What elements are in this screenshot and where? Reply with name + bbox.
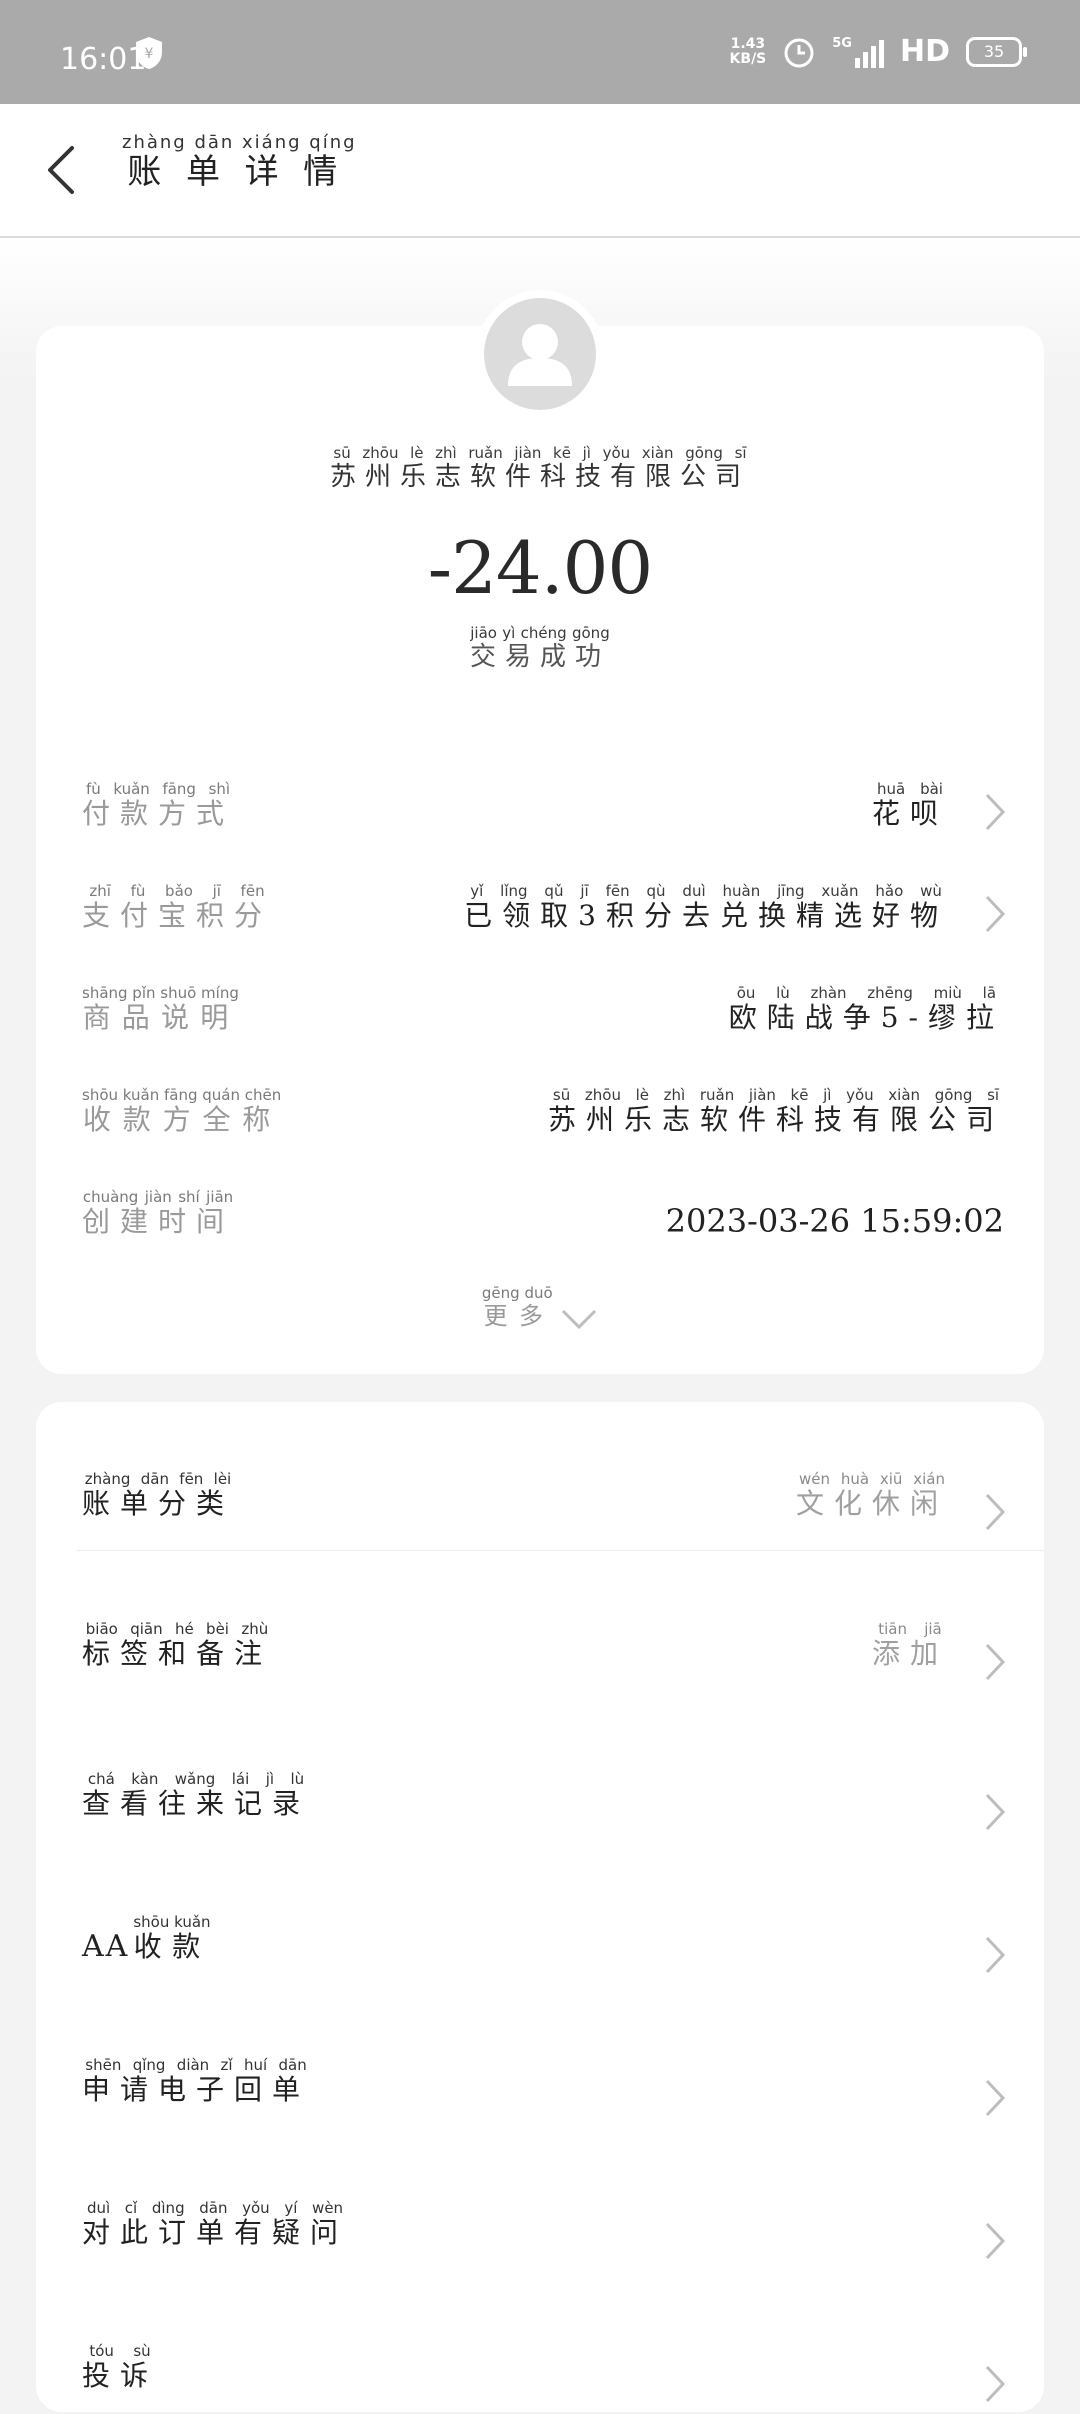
e-receipt-label: 申请电子回单shēn qǐng diàn zǐ huí dān bbox=[82, 2056, 311, 2106]
transaction-status: 交易成功jiāo yì chéng gōng bbox=[469, 624, 610, 672]
payment-method-value: 花呗huā bài bbox=[871, 780, 948, 830]
complaint-row[interactable]: 投诉tóu sù bbox=[36, 2314, 1044, 2414]
shield-icon: ¥ bbox=[136, 37, 162, 69]
complaint-label: 投诉tóu sù bbox=[82, 2342, 159, 2392]
chevron-right-icon bbox=[985, 2365, 1006, 2403]
chevron-right-icon bbox=[985, 895, 1006, 933]
bill-category-label: 账单分类zhàng dān fēn lèi bbox=[82, 1470, 235, 1520]
chevron-right-icon bbox=[985, 2222, 1006, 2260]
hd-indicator: HD bbox=[899, 34, 950, 69]
created-time-row: 创建时间chuàng jiàn shí jiān 2023-03-26 15:5… bbox=[36, 1178, 1044, 1248]
bill-actions-card: 账单分类zhàng dān fēn lèi 文化休闲wén huà xiū xi… bbox=[36, 1402, 1044, 2412]
view-history-row[interactable]: 查看往来记录chá kàn wǎng lái jì lù bbox=[36, 1742, 1044, 1842]
app-header: 账单详情zhàng dān xiáng qíng bbox=[0, 104, 1080, 238]
aa-collect-label: AA 收款shōu kuǎn bbox=[82, 1913, 211, 1964]
alipay-points-label: 支付宝积分zhī fù bǎo jī fēn bbox=[82, 882, 273, 932]
payment-method-label: 付款方式fù kuǎn fāng shì bbox=[82, 780, 235, 830]
page-title: 账单详情zhàng dān xiáng qíng bbox=[122, 132, 357, 192]
chevron-right-icon bbox=[985, 793, 1006, 831]
signal-icon: 5G bbox=[832, 36, 884, 68]
created-time-label: 创建时间chuàng jiàn shí jiān bbox=[82, 1188, 235, 1238]
alipay-points-row[interactable]: 支付宝积分zhī fù bǎo jī fēn 已领取3积分去兑换精选好物yǐ l… bbox=[36, 872, 1044, 942]
aa-collect-row[interactable]: AA 收款shōu kuǎn bbox=[36, 1885, 1044, 1985]
product-description-value: 欧陆战争5-缪拉ōu lù zhàn zhēng miù lā bbox=[728, 984, 1004, 1034]
status-bar: 16:01 ¥ 1.43 KB/S 5G HD 35 bbox=[0, 0, 1080, 104]
alarm-icon bbox=[784, 38, 814, 67]
merchant-avatar bbox=[476, 290, 604, 418]
bill-summary-card: 苏州乐志软件科技有限公司sū zhōu lè zhì ruǎn jiàn kē … bbox=[36, 326, 1044, 1374]
add-tag-value: 添加tiān jiā bbox=[871, 1620, 948, 1670]
product-description-label: 商品说明shāng pǐn shuō míng bbox=[82, 984, 239, 1034]
tags-notes-label: 标签和备注biāo qiān hé bèi zhù bbox=[82, 1620, 273, 1670]
payee-name-row: 收款方全称shōu kuǎn fāng quán chēn 苏州乐志软件科技有限… bbox=[36, 1076, 1044, 1146]
e-receipt-row[interactable]: 申请电子回单shēn qǐng diàn zǐ huí dān bbox=[36, 2028, 1044, 2128]
network-speed: 1.43 KB/S bbox=[729, 35, 767, 67]
payee-name-value: 苏州乐志软件科技有限公司sū zhōu lè zhì ruǎn jiàn kē … bbox=[547, 1086, 1004, 1136]
chevron-down-icon bbox=[562, 1309, 597, 1330]
battery-icon: 35 bbox=[966, 36, 1027, 67]
chevron-right-icon bbox=[985, 2079, 1006, 2117]
chevron-right-icon bbox=[985, 1643, 1006, 1681]
order-question-row[interactable]: 对此订单有疑问duì cǐ dìng dān yǒu yí wèn bbox=[36, 2171, 1044, 2271]
amount: -24.00 bbox=[427, 526, 653, 610]
more-label: 更多gēng duō bbox=[481, 1284, 553, 1330]
created-time-value: 2023-03-26 15:59:02 bbox=[665, 1202, 1004, 1240]
alipay-points-value: 已领取3积分去兑换精选好物yǐ lǐng qǔ jī fēn qù duì hu… bbox=[464, 882, 948, 932]
chevron-right-icon bbox=[985, 1936, 1006, 1974]
payment-method-row[interactable]: 付款方式fù kuǎn fāng shì 花呗huā bài bbox=[36, 770, 1044, 840]
status-icons: 1.43 KB/S 5G HD 35 bbox=[729, 34, 1027, 69]
divider bbox=[76, 1550, 1044, 1551]
order-question-label: 对此订单有疑问duì cǐ dìng dān yǒu yí wèn bbox=[82, 2199, 349, 2249]
payee-name-label: 收款方全称shōu kuǎn fāng quán chēn bbox=[82, 1086, 282, 1136]
bill-category-value: 文化休闲wén huà xiū xián bbox=[795, 1470, 948, 1520]
chevron-right-icon bbox=[985, 1493, 1006, 1531]
tags-notes-row[interactable]: 标签和备注biāo qiān hé bèi zhù 添加tiān jiā bbox=[36, 1592, 1044, 1692]
chevron-right-icon bbox=[985, 1793, 1006, 1831]
view-history-label: 查看往来记录chá kàn wǎng lái jì lù bbox=[82, 1770, 311, 1820]
more-toggle[interactable]: 更多gēng duō bbox=[36, 1284, 1044, 1331]
svg-text:¥: ¥ bbox=[145, 46, 154, 62]
back-arrow-icon[interactable] bbox=[36, 140, 86, 200]
avatar-icon bbox=[484, 298, 596, 410]
product-description-row: 商品说明shāng pǐn shuō míng 欧陆战争5-缪拉ōu lù zh… bbox=[36, 974, 1044, 1044]
merchant-name: 苏州乐志软件科技有限公司sū zhōu lè zhì ruǎn jiàn kē … bbox=[329, 444, 750, 492]
bill-category-row[interactable]: 账单分类zhàng dān fēn lèi 文化休闲wén huà xiū xi… bbox=[36, 1442, 1044, 1542]
